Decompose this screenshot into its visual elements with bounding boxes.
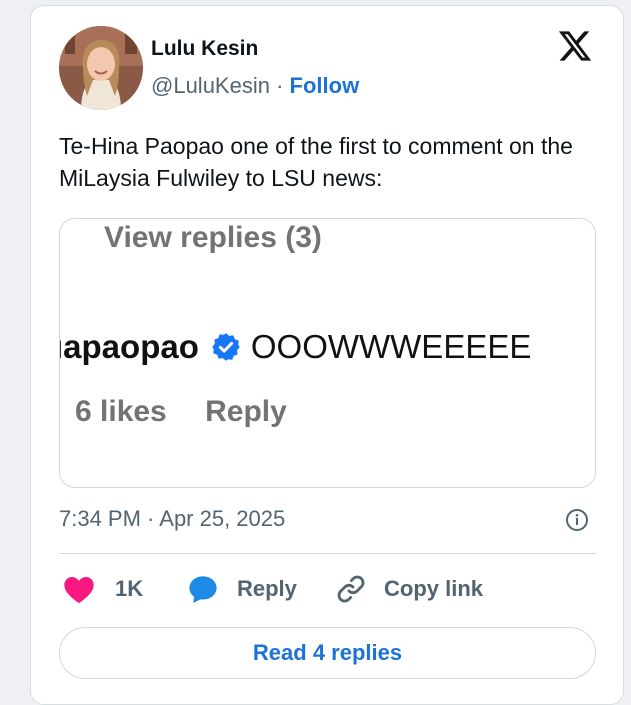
copy-link-label: Copy link: [384, 576, 484, 601]
author-handle[interactable]: @LuluKesin: [151, 73, 270, 98]
info-icon[interactable]: [565, 508, 589, 532]
comment-text: OOOWWWEEEEE: [250, 328, 532, 365]
copy-link-button[interactable]: Copy link: [334, 571, 483, 607]
view-replies-text: View replies (3): [104, 221, 322, 254]
reply-button[interactable]: Reply: [186, 571, 297, 607]
comment-likes: 6 likes: [75, 395, 167, 428]
read-replies-button[interactable]: Read 4 replies: [59, 627, 596, 679]
divider: [59, 553, 596, 554]
comment-row: ıapaopao OOOWWWEEEEE: [60, 328, 531, 366]
verified-badge-icon: [212, 333, 240, 361]
comment-reply: Reply: [205, 395, 287, 428]
reply-label: Reply: [237, 576, 297, 601]
embedded-screenshot[interactable]: View replies (3) ıapaopao OOOWWWEEEEE 6 …: [59, 218, 596, 488]
like-button[interactable]: 1K: [63, 571, 143, 607]
tweet-text: Te-Hina Paopao one of the first to comme…: [59, 133, 573, 191]
reply-bubble-icon: [189, 576, 217, 603]
tweet-card: Lulu Kesin @LuluKesin · Follow Te-Hina P…: [30, 5, 624, 705]
comment-username: ıapaopao: [59, 328, 199, 365]
author-handle-row: @LuluKesin · Follow: [151, 73, 359, 99]
author-name[interactable]: Lulu Kesin: [151, 37, 258, 61]
avatar[interactable]: [59, 26, 143, 110]
follow-button[interactable]: Follow: [290, 73, 360, 98]
tweet-timestamp[interactable]: 7:34 PM · Apr 25, 2025: [59, 506, 285, 532]
heart-icon: [64, 577, 94, 604]
link-icon: [337, 575, 365, 603]
comment-meta: 6 likes Reply: [75, 395, 287, 429]
like-count: 1K: [115, 576, 144, 601]
x-logo-icon[interactable]: [557, 28, 593, 64]
separator-dot: ·: [276, 73, 284, 98]
